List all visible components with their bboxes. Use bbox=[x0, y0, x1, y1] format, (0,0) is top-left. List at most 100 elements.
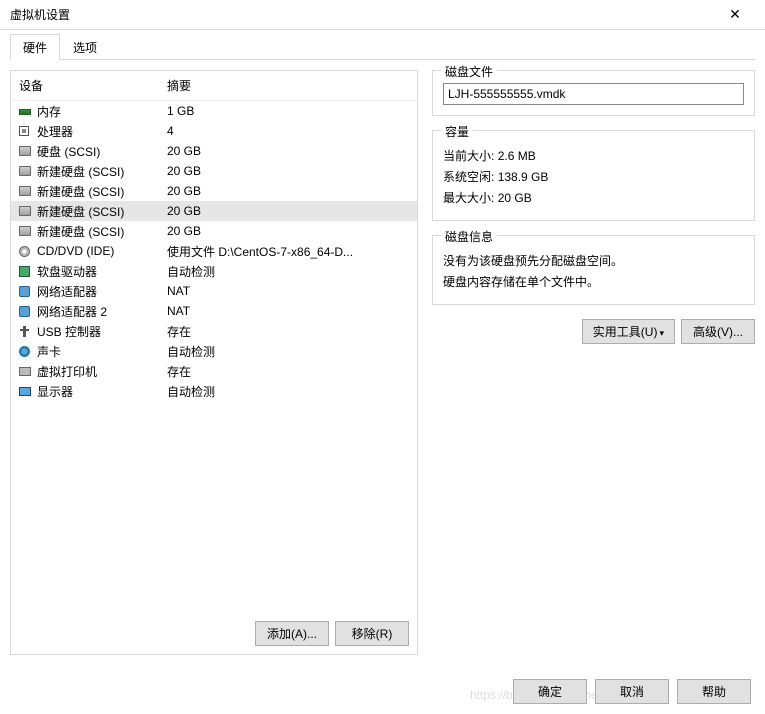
device-summary: 自动检测 bbox=[167, 343, 413, 360]
mem-icon bbox=[19, 107, 37, 115]
tab-hardware[interactable]: 硬件 bbox=[10, 34, 60, 60]
ok-button[interactable]: 确定 bbox=[513, 679, 587, 704]
disk-icon bbox=[19, 186, 37, 196]
tab-bar: 硬件 选项 bbox=[0, 30, 765, 60]
device-summary: 20 GB bbox=[167, 144, 413, 158]
cd-icon bbox=[19, 246, 37, 257]
device-summary: 4 bbox=[167, 124, 413, 138]
tab-options[interactable]: 选项 bbox=[60, 34, 110, 60]
device-summary: 20 GB bbox=[167, 184, 413, 198]
capacity-group: 容量 当前大小: 2.6 MB 系统空闲: 138.9 GB 最大大小: 20 … bbox=[432, 130, 755, 221]
device-name: USB 控制器 bbox=[37, 323, 167, 340]
device-row[interactable]: 网络适配器NAT bbox=[11, 281, 417, 301]
max-size-label: 最大大小: bbox=[443, 191, 494, 205]
device-name: 虚拟打印机 bbox=[37, 363, 167, 380]
device-list[interactable]: 设备 摘要 内存1 GB处理器4硬盘 (SCSI)20 GB新建硬盘 (SCSI… bbox=[11, 71, 417, 613]
current-size-label: 当前大小: bbox=[443, 149, 494, 163]
hardware-panel: 设备 摘要 内存1 GB处理器4硬盘 (SCSI)20 GB新建硬盘 (SCSI… bbox=[10, 70, 418, 655]
disk-file-group: 磁盘文件 bbox=[432, 70, 755, 116]
device-row[interactable]: 显示器自动检测 bbox=[11, 381, 417, 401]
disp-icon bbox=[19, 386, 37, 396]
device-summary: 20 GB bbox=[167, 224, 413, 238]
device-row[interactable]: 虚拟打印机存在 bbox=[11, 361, 417, 381]
device-row[interactable]: 新建硬盘 (SCSI)20 GB bbox=[11, 161, 417, 181]
device-name: 声卡 bbox=[37, 343, 167, 360]
device-name: 新建硬盘 (SCSI) bbox=[37, 183, 167, 200]
device-summary: 自动检测 bbox=[167, 383, 413, 400]
device-summary: 存在 bbox=[167, 323, 413, 340]
floppy-icon bbox=[19, 266, 37, 277]
window-title: 虚拟机设置 bbox=[10, 6, 715, 23]
device-name: 硬盘 (SCSI) bbox=[37, 143, 167, 160]
device-name: CD/DVD (IDE) bbox=[37, 244, 167, 258]
close-icon[interactable]: ✕ bbox=[715, 6, 755, 23]
usb-icon bbox=[19, 326, 37, 337]
device-row[interactable]: 声卡自动检测 bbox=[11, 341, 417, 361]
device-row[interactable]: 内存1 GB bbox=[11, 101, 417, 121]
header-device: 设备 bbox=[19, 77, 167, 94]
device-row[interactable]: 网络适配器 2NAT bbox=[11, 301, 417, 321]
device-row[interactable]: 新建硬盘 (SCSI)20 GB bbox=[11, 181, 417, 201]
device-summary: 自动检测 bbox=[167, 263, 413, 280]
device-row[interactable]: 硬盘 (SCSI)20 GB bbox=[11, 141, 417, 161]
capacity-title: 容量 bbox=[441, 123, 473, 140]
cpu-icon bbox=[19, 126, 37, 136]
utility-label: 实用工具(U) bbox=[593, 325, 658, 339]
detail-panel: 磁盘文件 容量 当前大小: 2.6 MB 系统空闲: 138.9 GB 最大大小… bbox=[432, 70, 755, 655]
add-button[interactable]: 添加(A)... bbox=[255, 621, 329, 646]
disk-icon bbox=[19, 146, 37, 156]
device-name: 新建硬盘 (SCSI) bbox=[37, 223, 167, 240]
device-name: 内存 bbox=[37, 103, 167, 120]
snd-icon bbox=[19, 346, 37, 357]
chevron-down-icon: ▾ bbox=[659, 328, 664, 338]
disk-icon bbox=[19, 206, 37, 216]
device-summary: 20 GB bbox=[167, 204, 413, 218]
dialog-buttons: 确定 取消 帮助 bbox=[513, 679, 751, 704]
device-row[interactable]: 处理器4 bbox=[11, 121, 417, 141]
disk-icon bbox=[19, 166, 37, 176]
disk-icon bbox=[19, 226, 37, 236]
device-name: 新建硬盘 (SCSI) bbox=[37, 203, 167, 220]
titlebar: 虚拟机设置 ✕ bbox=[0, 0, 765, 30]
max-size-value: 20 GB bbox=[498, 191, 532, 205]
advanced-button[interactable]: 高级(V)... bbox=[681, 319, 755, 344]
help-button[interactable]: 帮助 bbox=[677, 679, 751, 704]
remove-button[interactable]: 移除(R) bbox=[335, 621, 409, 646]
system-free-value: 138.9 GB bbox=[498, 170, 549, 184]
disk-file-title: 磁盘文件 bbox=[441, 63, 497, 80]
disk-info-group: 磁盘信息 没有为该硬盘预先分配磁盘空间。 硬盘内容存储在单个文件中。 bbox=[432, 235, 755, 305]
device-summary: NAT bbox=[167, 284, 413, 298]
disk-info-line2: 硬盘内容存储在单个文件中。 bbox=[443, 273, 744, 290]
utility-button[interactable]: 实用工具(U)▾ bbox=[582, 319, 675, 344]
net-icon bbox=[19, 286, 37, 297]
device-name: 显示器 bbox=[37, 383, 167, 400]
content-area: 设备 摘要 内存1 GB处理器4硬盘 (SCSI)20 GB新建硬盘 (SCSI… bbox=[0, 60, 765, 665]
disk-file-input[interactable] bbox=[443, 83, 744, 105]
disk-info-line1: 没有为该硬盘预先分配磁盘空间。 bbox=[443, 252, 744, 269]
prn-icon bbox=[19, 366, 37, 376]
device-buttons: 添加(A)... 移除(R) bbox=[11, 613, 417, 654]
device-row[interactable]: 软盘驱动器自动检测 bbox=[11, 261, 417, 281]
device-row[interactable]: CD/DVD (IDE)使用文件 D:\CentOS-7-x86_64-D... bbox=[11, 241, 417, 261]
device-row[interactable]: USB 控制器存在 bbox=[11, 321, 417, 341]
device-name: 网络适配器 bbox=[37, 283, 167, 300]
device-summary: NAT bbox=[167, 304, 413, 318]
device-row[interactable]: 新建硬盘 (SCSI)20 GB bbox=[11, 201, 417, 221]
cancel-button[interactable]: 取消 bbox=[595, 679, 669, 704]
device-name: 网络适配器 2 bbox=[37, 303, 167, 320]
device-summary: 使用文件 D:\CentOS-7-x86_64-D... bbox=[167, 243, 413, 260]
disk-action-buttons: 实用工具(U)▾ 高级(V)... bbox=[432, 319, 755, 344]
system-free-label: 系统空闲: bbox=[443, 170, 494, 184]
device-name: 新建硬盘 (SCSI) bbox=[37, 163, 167, 180]
current-size-value: 2.6 MB bbox=[498, 149, 536, 163]
header-summary: 摘要 bbox=[167, 77, 191, 94]
device-list-header: 设备 摘要 bbox=[11, 71, 417, 101]
device-name: 处理器 bbox=[37, 123, 167, 140]
device-summary: 20 GB bbox=[167, 164, 413, 178]
device-summary: 存在 bbox=[167, 363, 413, 380]
device-name: 软盘驱动器 bbox=[37, 263, 167, 280]
net-icon bbox=[19, 306, 37, 317]
device-row[interactable]: 新建硬盘 (SCSI)20 GB bbox=[11, 221, 417, 241]
device-summary: 1 GB bbox=[167, 104, 413, 118]
disk-info-title: 磁盘信息 bbox=[441, 228, 497, 245]
